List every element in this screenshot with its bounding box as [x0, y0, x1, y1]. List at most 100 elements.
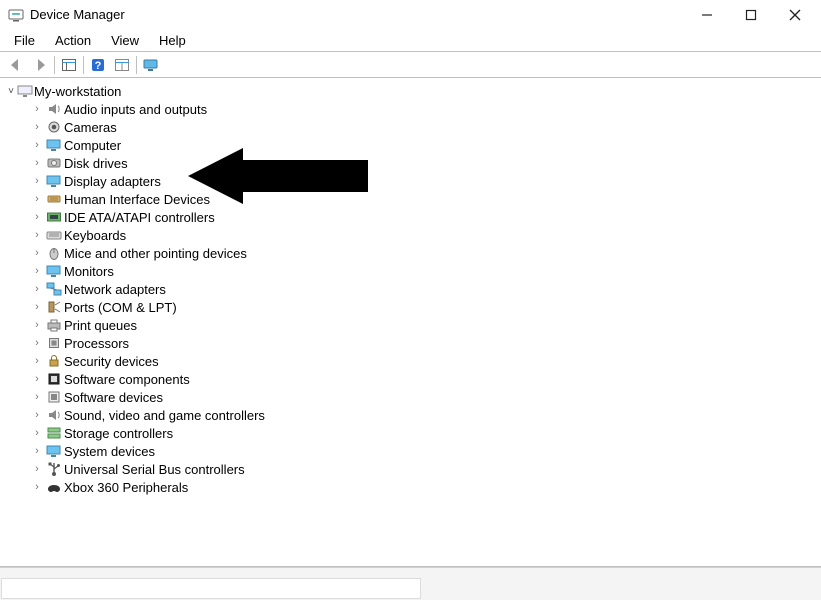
chevron-right-icon[interactable]: ›: [30, 355, 44, 367]
minimize-button[interactable]: [685, 0, 729, 30]
scan-hardware-button[interactable]: [139, 54, 163, 76]
menu-file[interactable]: File: [4, 31, 45, 50]
sound-icon: [44, 407, 64, 423]
chevron-right-icon[interactable]: ›: [30, 409, 44, 421]
display-icon: [44, 173, 64, 189]
tree-item-label: Keyboards: [64, 228, 126, 243]
computer-icon: [44, 137, 64, 153]
tree-item[interactable]: › Disk drives: [0, 154, 821, 172]
tree-item[interactable]: › Processors: [0, 334, 821, 352]
tree-item-label: IDE ATA/ATAPI controllers: [64, 210, 215, 225]
tree-item[interactable]: ›Ports (COM & LPT): [0, 298, 821, 316]
maximize-button[interactable]: [729, 0, 773, 30]
svg-text:?: ?: [95, 60, 102, 72]
chevron-right-icon[interactable]: ›: [30, 283, 44, 295]
tree-item[interactable]: › Software devices: [0, 388, 821, 406]
tree-item[interactable]: ›Mice and other pointing devices: [0, 244, 821, 262]
device-tree: ˅ My-workstation › Audio inputs and outpu…: [0, 78, 821, 567]
chevron-right-icon[interactable]: ›: [30, 157, 44, 169]
chevron-right-icon[interactable]: ›: [30, 481, 44, 493]
storage-icon: [44, 425, 64, 441]
menu-action[interactable]: Action: [45, 31, 101, 50]
chevron-right-icon[interactable]: ›: [30, 103, 44, 115]
tree-item-label: Universal Serial Bus controllers: [64, 462, 245, 477]
tree-item-label: Software devices: [64, 390, 163, 405]
toolbar-separator: [54, 56, 55, 74]
tree-item[interactable]: › Monitors: [0, 262, 821, 280]
menu-help[interactable]: Help: [149, 31, 196, 50]
chevron-right-icon[interactable]: ›: [30, 139, 44, 151]
chevron-right-icon[interactable]: ›: [30, 265, 44, 277]
tree-item[interactable]: › Network adapters: [0, 280, 821, 298]
sw-comp-icon: [44, 371, 64, 387]
xbox-icon: [44, 479, 64, 495]
chevron-right-icon[interactable]: ›: [30, 445, 44, 457]
forward-button[interactable]: [28, 54, 52, 76]
tree-item-label: Software components: [64, 372, 190, 387]
hid-icon: [44, 191, 64, 207]
chevron-right-icon[interactable]: ›: [30, 301, 44, 313]
chevron-right-icon[interactable]: ›: [30, 391, 44, 403]
tree-item-label: Disk drives: [64, 156, 128, 171]
tree-item[interactable]: › IDE ATA/ATAPI controllers: [0, 208, 821, 226]
chevron-right-icon[interactable]: ›: [30, 319, 44, 331]
tree-item-label: Computer: [64, 138, 121, 153]
tree-item[interactable]: › Xbox 360 Peripherals: [0, 478, 821, 496]
tree-item[interactable]: ›Storage controllers: [0, 424, 821, 442]
chevron-down-icon[interactable]: ˅: [6, 86, 16, 97]
toolbar-separator: [83, 56, 84, 74]
tree-item[interactable]: ›Human Interface Devices: [0, 190, 821, 208]
tree-item[interactable]: ›Sound, video and game controllers: [0, 406, 821, 424]
tree-root-label: My-workstation: [34, 84, 121, 99]
properties-button[interactable]: [110, 54, 134, 76]
chevron-right-icon[interactable]: ›: [30, 337, 44, 349]
tree-item-label: Processors: [64, 336, 129, 351]
statusbar: [0, 567, 821, 600]
help-button[interactable]: ?: [86, 54, 110, 76]
menu-view[interactable]: View: [101, 31, 149, 50]
tree-item-label: Xbox 360 Peripherals: [64, 480, 188, 495]
tree-root[interactable]: ˅ My-workstation: [0, 82, 821, 100]
window-title: Device Manager: [30, 7, 125, 22]
tree-item[interactable]: ›Security devices: [0, 352, 821, 370]
toolbar: ?: [0, 52, 821, 78]
tree-item[interactable]: › Print queues: [0, 316, 821, 334]
chevron-right-icon[interactable]: ›: [30, 427, 44, 439]
toolbar-separator: [136, 56, 137, 74]
system-icon: [44, 443, 64, 459]
tree-item-label: Monitors: [64, 264, 114, 279]
tree-item[interactable]: › Display adapters: [0, 172, 821, 190]
menubar: File Action View Help: [0, 30, 821, 52]
chevron-right-icon[interactable]: ›: [30, 211, 44, 223]
titlebar: Device Manager: [0, 0, 821, 30]
tree-item-label: Audio inputs and outputs: [64, 102, 207, 117]
tree-item[interactable]: › Audio inputs and outputs: [0, 100, 821, 118]
chevron-right-icon[interactable]: ›: [30, 193, 44, 205]
sw-dev-icon: [44, 389, 64, 405]
usb-icon: [44, 461, 64, 477]
tree-item[interactable]: › Computer: [0, 136, 821, 154]
back-button[interactable]: [4, 54, 28, 76]
ide-icon: [44, 209, 64, 225]
statusbar-panel: [1, 578, 421, 599]
chevron-right-icon[interactable]: ›: [30, 463, 44, 475]
tree-item-label: Network adapters: [64, 282, 166, 297]
tree-item[interactable]: › Software components: [0, 370, 821, 388]
tree-item[interactable]: › Universal Serial Bus controllers: [0, 460, 821, 478]
chevron-right-icon[interactable]: ›: [30, 247, 44, 259]
tree-item[interactable]: ›Cameras: [0, 118, 821, 136]
window-controls: [685, 0, 817, 30]
chevron-right-icon[interactable]: ›: [30, 229, 44, 241]
close-button[interactable]: [773, 0, 817, 30]
cpu-icon: [44, 335, 64, 351]
tree-item[interactable]: › Keyboards: [0, 226, 821, 244]
tree-item[interactable]: ›System devices: [0, 442, 821, 460]
chevron-right-icon[interactable]: ›: [30, 121, 44, 133]
chevron-right-icon[interactable]: ›: [30, 175, 44, 187]
chevron-right-icon[interactable]: ›: [30, 373, 44, 385]
tree-item-label: Print queues: [64, 318, 137, 333]
audio-icon: [44, 101, 64, 117]
ports-icon: [44, 299, 64, 315]
show-hide-console-button[interactable]: [57, 54, 81, 76]
tree-item-label: Display adapters: [64, 174, 161, 189]
